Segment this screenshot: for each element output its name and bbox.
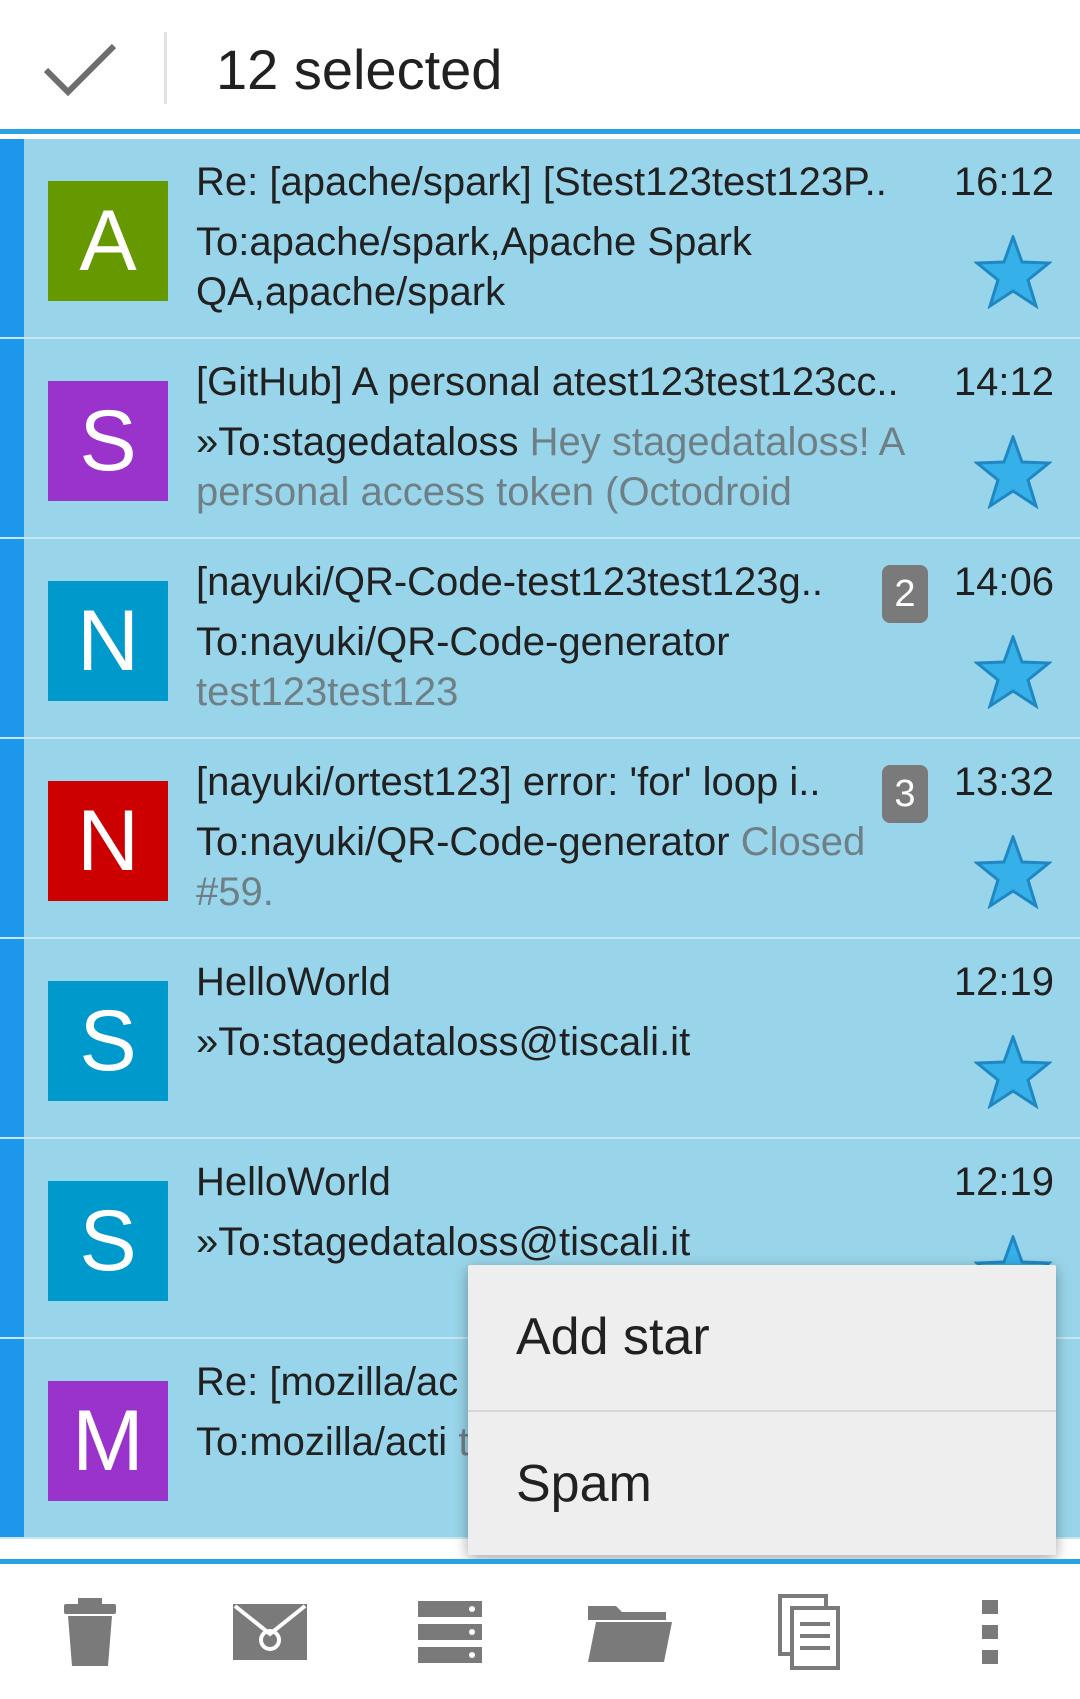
message-subject: [nayuki/QR-Code-test123test123g..	[196, 560, 824, 604]
message-summary: »To:stagedataloss@tiscali.it	[196, 1217, 916, 1267]
copy-button[interactable]	[750, 1564, 870, 1699]
copy-icon	[778, 1593, 840, 1670]
thread-count-badge: 2	[882, 565, 928, 623]
menu-item-spam[interactable]: Spam	[468, 1410, 1056, 1555]
selection-indicator	[0, 1139, 24, 1337]
move-folder-button[interactable]	[570, 1564, 690, 1699]
sender-avatar[interactable]: A	[48, 181, 168, 301]
star-icon[interactable]	[974, 235, 1052, 309]
message-recipients: To:apache/spark,Apache Spark QA,apache/s…	[196, 220, 752, 314]
selection-indicator	[0, 339, 24, 537]
message-time: 16:12	[953, 160, 1054, 204]
message-recipients: »To:stagedataloss@tiscali.it	[196, 1220, 691, 1264]
selection-count-title: 12 selected	[216, 38, 503, 101]
selection-action-bar: 12 selected	[0, 0, 1080, 134]
message-time: 14:12	[953, 360, 1054, 404]
thread-count-badge: 3	[882, 765, 928, 823]
done-button[interactable]	[20, 22, 140, 118]
message-time: 12:19	[953, 960, 1054, 1004]
selection-indicator	[0, 539, 24, 737]
message-time: 14:06	[953, 560, 1054, 604]
message-row[interactable]: S HelloWorld 12:19 »To:stagedataloss@tiscal…	[0, 939, 1080, 1139]
mail-app: 12 selected A Re: [apache/spark] [Stest12…	[0, 0, 1080, 1699]
message-summary: To:nayuki/QR-Code-generator test123test1…	[196, 617, 916, 717]
overflow-menu-icon	[982, 1599, 998, 1664]
selection-indicator	[0, 739, 24, 937]
message-row[interactable]: A Re: [apache/spark] [Stest123test123P.. 1…	[0, 139, 1080, 339]
message-preview: test123test123	[196, 670, 459, 714]
message-time: 13:32	[953, 760, 1054, 804]
delete-icon	[64, 1597, 116, 1666]
star-icon[interactable]	[974, 835, 1052, 909]
bottom-toolbar	[0, 1559, 1080, 1699]
move-folder-icon	[588, 1605, 672, 1662]
overflow-popup-menu: Add star Spam	[468, 1265, 1056, 1555]
message-row[interactable]: N [nayuki/QR-Code-test123test123g.. 2 14:06…	[0, 539, 1080, 739]
sender-avatar[interactable]: N	[48, 581, 168, 701]
message-subject: [GitHub] A personal atest123test123cc..	[196, 360, 899, 404]
message-summary: »To:stagedataloss Hey stagedataloss! A p…	[196, 417, 916, 517]
message-recipients: »To:stagedataloss	[196, 420, 519, 464]
archive-icon	[418, 1600, 482, 1663]
message-row[interactable]: N [nayuki/ortest123] error: 'for' loop i.…	[0, 739, 1080, 939]
sender-avatar[interactable]: M	[48, 1381, 168, 1501]
overflow-menu-button[interactable]	[930, 1564, 1050, 1699]
message-summary: »To:stagedataloss@tiscali.it	[196, 1017, 916, 1067]
sender-avatar[interactable]: S	[48, 981, 168, 1101]
menu-item-add-star[interactable]: Add star	[468, 1265, 1056, 1410]
message-recipients: To:mozilla/acti	[196, 1420, 448, 1464]
message-summary: To:nayuki/QR-Code-generator Closed #59.	[196, 817, 916, 917]
mark-read-icon	[233, 1603, 307, 1660]
star-icon[interactable]	[974, 435, 1052, 509]
message-row[interactable]: S [GitHub] A personal atest123test123cc..…	[0, 339, 1080, 539]
sender-avatar[interactable]: S	[48, 1181, 168, 1301]
mark-read-button[interactable]	[210, 1564, 330, 1699]
selection-indicator	[0, 939, 24, 1137]
message-subject: Re: [apache/spark] [Stest123test123P..	[196, 160, 887, 204]
selection-indicator	[0, 1339, 24, 1537]
delete-button[interactable]	[30, 1564, 150, 1699]
star-icon[interactable]	[974, 635, 1052, 709]
sender-avatar[interactable]: N	[48, 781, 168, 901]
message-summary: To:apache/spark,Apache Spark QA,apache/s…	[196, 217, 916, 317]
message-recipients: »To:stagedataloss@tiscali.it	[196, 1020, 691, 1064]
message-recipients: To:nayuki/QR-Code-generator	[196, 620, 730, 664]
message-recipients: To:nayuki/QR-Code-generator	[196, 820, 730, 864]
divider	[164, 32, 167, 104]
message-subject: HelloWorld	[196, 960, 391, 1004]
sender-avatar[interactable]: S	[48, 381, 168, 501]
archive-button[interactable]	[390, 1564, 510, 1699]
check-icon	[43, 43, 117, 97]
selection-indicator	[0, 139, 24, 337]
message-time: 12:19	[953, 1160, 1054, 1204]
message-subject: [nayuki/ortest123] error: 'for' loop i..	[196, 760, 821, 804]
message-subject: HelloWorld	[196, 1160, 391, 1204]
star-icon[interactable]	[974, 1035, 1052, 1109]
